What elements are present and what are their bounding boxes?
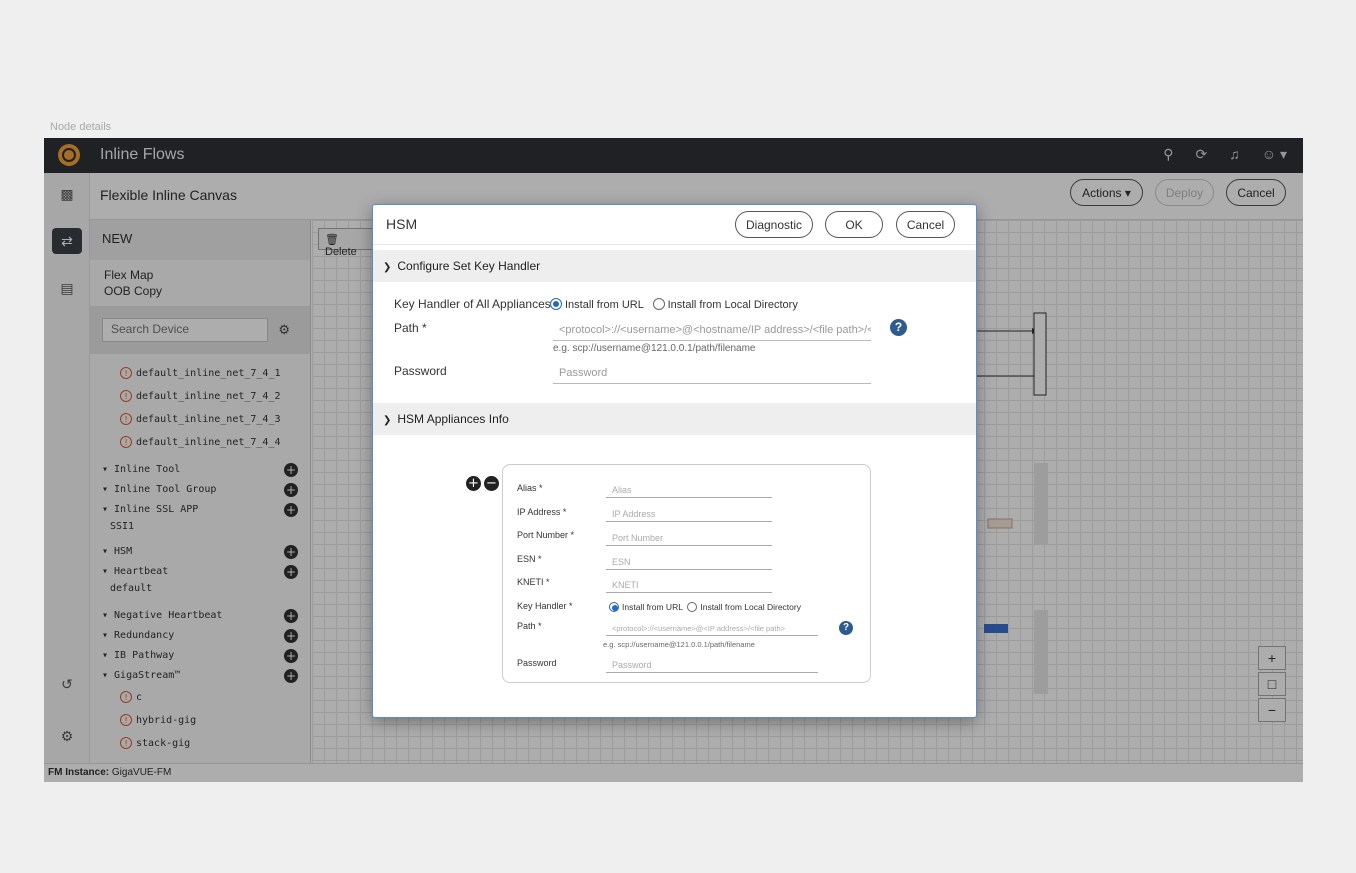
help-icon[interactable]: ?	[890, 319, 907, 336]
section-configure-key-handler[interactable]: ❯ Configure Set Key Handler	[373, 250, 976, 282]
remove-icon[interactable]: −	[484, 476, 499, 491]
key-handler-label: Key Handler of All Appliances *	[394, 297, 559, 311]
password-label: Password	[517, 658, 557, 668]
dialog-header: HSM Diagnostic OK Cancel	[373, 205, 976, 245]
chevron-down-icon: ❯	[383, 262, 392, 273]
path-input[interactable]: <protocol>://<username>@<IP address>/<fi…	[606, 622, 818, 636]
alias-input[interactable]: Alias	[606, 483, 772, 498]
key-handler-label: Key Handler *	[517, 601, 573, 611]
card-key-handler-options: Install from URL Install from Local Dire…	[609, 602, 801, 612]
path-input[interactable]: <protocol>://<username>@<hostname/IP add…	[553, 321, 871, 341]
radio-install-local[interactable]	[687, 602, 698, 612]
path-hint: e.g. scp://username@121.0.0.1/path/filen…	[603, 640, 755, 649]
path-label: Path *	[517, 621, 542, 631]
port-number-label: Port Number *	[517, 530, 575, 540]
hsm-dialog: HSM Diagnostic OK Cancel ❯ Configure Set …	[372, 204, 977, 718]
diagnostic-button[interactable]: Diagnostic	[735, 211, 813, 238]
esn-label: ESN *	[517, 554, 542, 564]
password-label: Password	[394, 364, 447, 378]
password-input[interactable]: Password	[606, 658, 818, 673]
add-icon[interactable]: +	[466, 476, 481, 491]
section-hsm-appliances[interactable]: ❯ HSM Appliances Info	[373, 403, 976, 435]
dialog-cancel-button[interactable]: Cancel	[896, 211, 955, 238]
path-hint: e.g. scp://username@121.0.0.1/path/filen…	[553, 343, 756, 354]
key-handler-options: Install from URL Install from Local Dire…	[550, 298, 798, 311]
radio-install-url[interactable]	[609, 602, 619, 612]
ip-address-input[interactable]: IP Address	[606, 507, 772, 522]
kneti-label: KNETI *	[517, 577, 550, 587]
alias-label: Alias *	[517, 483, 543, 493]
radio-install-url[interactable]	[550, 298, 562, 310]
esn-input[interactable]: ESN	[606, 555, 772, 570]
password-input[interactable]: Password	[553, 364, 871, 384]
kneti-input[interactable]: KNETI	[606, 578, 772, 593]
add-remove-controls: + −	[466, 476, 499, 491]
path-label: Path *	[394, 321, 427, 335]
appliance-card: Alias * Alias IP Address * IP Address Po…	[502, 464, 871, 683]
help-icon[interactable]: ?	[839, 621, 853, 635]
ip-address-label: IP Address *	[517, 507, 567, 517]
page-caption: Node details	[50, 121, 112, 133]
ok-button[interactable]: OK	[825, 211, 883, 238]
chevron-down-icon: ❯	[383, 415, 392, 426]
port-number-input[interactable]: Port Number	[606, 531, 772, 546]
dialog-title: HSM	[386, 216, 418, 232]
radio-install-local[interactable]	[652, 298, 665, 310]
